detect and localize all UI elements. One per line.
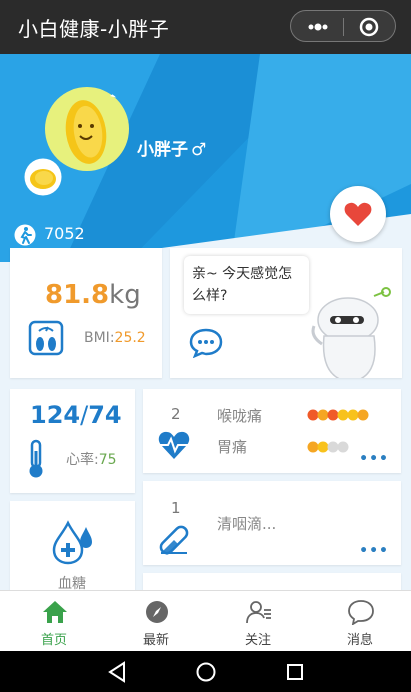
bmi-value: 25.2 — [114, 330, 146, 346]
heart-rate-label: 心率: — [66, 452, 99, 468]
severity-dot — [317, 409, 329, 421]
page-title: 小白健康-小胖子 — [18, 17, 170, 41]
symptom-count: 2 — [171, 405, 181, 423]
chat-card[interactable]: 亲~ 今天感觉怎么样? — [170, 248, 402, 378]
follow-icon — [246, 601, 271, 624]
close-miniprogram-icon[interactable] — [359, 17, 379, 37]
severity-dot — [307, 409, 319, 421]
home-icon — [43, 601, 67, 623]
weight-card[interactable]: 81.8kg BMI:25.2 — [10, 248, 162, 378]
capsule-divider — [343, 18, 344, 36]
favorite-button[interactable] — [330, 186, 386, 242]
severity-dot — [347, 409, 359, 421]
scale-icon — [28, 320, 64, 356]
walking-icon — [14, 224, 36, 246]
mascot-illustration — [311, 287, 391, 378]
medication-count: 1 — [171, 499, 181, 517]
severity-dot — [327, 409, 339, 421]
pill-icon — [159, 525, 189, 555]
compass-icon — [146, 601, 168, 623]
diastolic-value: 74 — [88, 401, 122, 429]
heart-rate-value: 75 — [98, 452, 117, 468]
user-avatar[interactable] — [44, 86, 130, 172]
severity-dot — [307, 441, 319, 453]
tab-label: 消息 — [346, 633, 373, 648]
bottom-tab-bar: 首页 最新 关注 消息 — [0, 590, 411, 651]
weight-value: 81.8kg — [45, 280, 141, 310]
more-options-icon[interactable] — [303, 18, 333, 36]
bmi-label: BMI: — [84, 330, 115, 346]
medication-card[interactable]: 1 清咽滴... ••• — [143, 481, 401, 565]
tab-home[interactable]: 首页 — [3, 591, 105, 651]
more-button[interactable]: ••• — [359, 543, 389, 559]
heartbeat-icon — [158, 431, 190, 459]
recent-apps-icon[interactable] — [282, 659, 308, 685]
severity-dot — [327, 441, 339, 453]
severity-dot — [337, 409, 349, 421]
heart-rate: 心率:75 — [66, 449, 117, 469]
symptom-card[interactable]: 2 喉咙痛 胃痛 ••• — [143, 389, 401, 473]
weight-number: 81.8 — [45, 280, 110, 310]
step-count: 7052 — [44, 224, 85, 243]
tab-follow[interactable]: 关注 — [207, 591, 309, 651]
user-name-text: 小胖子 — [137, 140, 188, 160]
systolic-value: 124 — [30, 401, 81, 429]
symptom-name: 喉咙痛 — [217, 407, 263, 425]
chat-icon[interactable] — [189, 328, 223, 358]
tab-label: 首页 — [40, 633, 67, 648]
severity-dot — [317, 441, 329, 453]
tab-messages[interactable]: 消息 — [309, 591, 411, 651]
tab-label: 最新 — [142, 633, 169, 648]
weight-unit: kg — [109, 280, 141, 310]
more-button[interactable]: ••• — [359, 451, 389, 467]
medication-name: 清咽滴... — [217, 515, 277, 533]
blood-sugar-card[interactable]: 血糖 — [10, 501, 135, 592]
back-icon[interactable] — [104, 659, 130, 685]
blood-pressure-value: 124/74 — [30, 401, 122, 429]
tab-latest[interactable]: 最新 — [105, 591, 207, 651]
symptom-severity-dots — [307, 409, 369, 421]
blood-pressure-card[interactable]: 124/74 心率:75 — [10, 389, 135, 493]
severity-dot — [337, 441, 349, 453]
miniprogram-capsule — [290, 10, 396, 42]
home-circle-icon[interactable] — [193, 659, 219, 685]
system-navigation-bar — [0, 651, 411, 692]
user-name: 小胖子 ♂ — [137, 135, 206, 160]
title-bar: 小白健康-小胖子 — [0, 0, 411, 54]
secondary-avatar[interactable] — [24, 158, 62, 196]
message-icon — [348, 600, 374, 625]
bmi: BMI:25.2 — [84, 330, 146, 346]
tab-label: 关注 — [244, 633, 271, 648]
gender-symbol: ♂ — [191, 140, 207, 160]
blood-drop-icon — [52, 520, 92, 565]
thermometer-icon — [29, 439, 43, 478]
bp-slash: / — [80, 401, 89, 429]
symptom-name: 胃痛 — [217, 438, 248, 456]
heart-icon — [344, 202, 372, 226]
severity-dot — [357, 409, 369, 421]
greeting-bubble: 亲~ 今天感觉怎么样? — [184, 256, 309, 314]
